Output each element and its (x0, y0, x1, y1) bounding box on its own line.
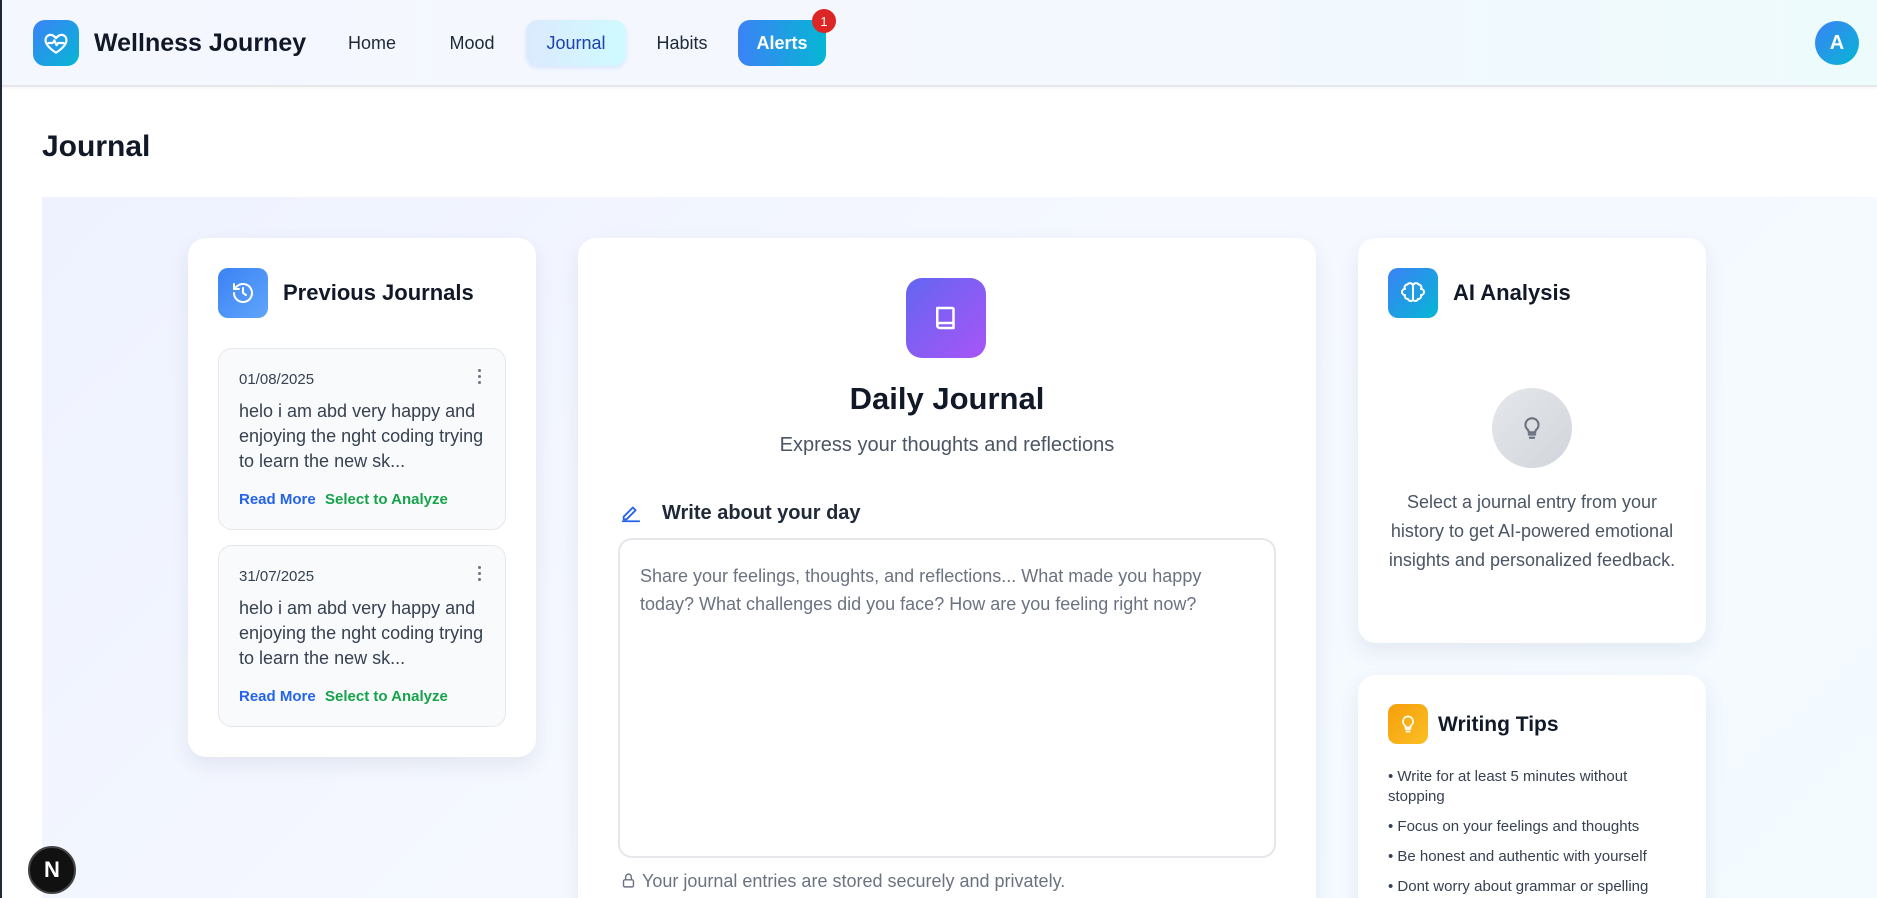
journal-entry[interactable]: 31/07/2025 helo i am abd very happy and … (218, 545, 506, 727)
secure-storage-note: Your journal entries are stored securely… (642, 871, 1066, 891)
daily-journal-subtitle: Express your thoughts and reflections (779, 434, 1115, 456)
user-avatar[interactable]: A (1815, 21, 1859, 65)
brain-icon (1388, 268, 1438, 318)
ai-analysis-card: AI Analysis Select a journal entry from … (1358, 238, 1706, 643)
more-vertical-icon[interactable] (473, 562, 485, 584)
nav-habits[interactable]: Habits (642, 20, 722, 66)
entry-date: 31/07/2025 (239, 568, 315, 585)
daily-journal-title: Daily Journal (849, 381, 1045, 416)
page-title: Journal (42, 130, 151, 163)
dev-tools-button[interactable]: N (28, 846, 76, 894)
nav-home[interactable]: Home (332, 20, 412, 66)
heart-pulse-logo-icon[interactable] (33, 20, 79, 66)
brand-name[interactable]: Wellness Journey (94, 29, 306, 58)
previous-journals-card: Previous Journals 01/08/2025 helo i am a… (188, 238, 536, 757)
entry-preview: helo i am abd very happy and enjoying th… (239, 401, 484, 471)
tip-item: • Dont worry about grammar or spelling (1388, 878, 1649, 895)
read-more-link[interactable]: Read More (239, 491, 316, 508)
entry-preview: helo i am abd very happy and enjoying th… (239, 598, 484, 668)
top-navbar: Wellness Journey Home Mood Journal Habit… (2, 0, 1877, 87)
more-vertical-icon[interactable] (473, 365, 485, 387)
select-to-analyze-link[interactable]: Select to Analyze (325, 491, 448, 508)
book-icon (906, 278, 986, 358)
alerts-count-badge: 1 (812, 9, 836, 33)
nav-journal[interactable]: Journal (526, 20, 626, 66)
lightbulb-icon (1492, 388, 1572, 468)
ai-analysis-title: AI Analysis (1453, 280, 1571, 305)
lightbulb-icon (1388, 704, 1428, 744)
select-to-analyze-link[interactable]: Select to Analyze (325, 688, 448, 705)
pencil-icon (620, 502, 642, 529)
nav-mood[interactable]: Mood (432, 20, 512, 66)
read-more-link[interactable]: Read More (239, 688, 316, 705)
writing-tips-card: Writing Tips • Write for at least 5 minu… (1358, 675, 1706, 898)
history-icon (218, 268, 268, 318)
writing-tips-title: Writing Tips (1438, 713, 1559, 736)
entry-date: 01/08/2025 (239, 371, 315, 388)
lock-icon (620, 871, 637, 895)
tip-item: • Write for at least 5 minutes without s… (1388, 768, 1628, 805)
tip-item: • Focus on your feelings and thoughts (1388, 818, 1640, 835)
previous-journals-title: Previous Journals (283, 280, 474, 305)
ai-analysis-prompt: Select a journal entry from your history… (1388, 492, 1676, 570)
tip-item: • Be honest and authentic with yourself (1388, 848, 1647, 865)
daily-journal-card: Daily Journal Express your thoughts and … (578, 238, 1316, 898)
journal-entry[interactable]: 01/08/2025 helo i am abd very happy and … (218, 348, 506, 530)
journal-textarea[interactable] (618, 538, 1276, 858)
write-about-day-label: Write about your day (662, 502, 861, 524)
